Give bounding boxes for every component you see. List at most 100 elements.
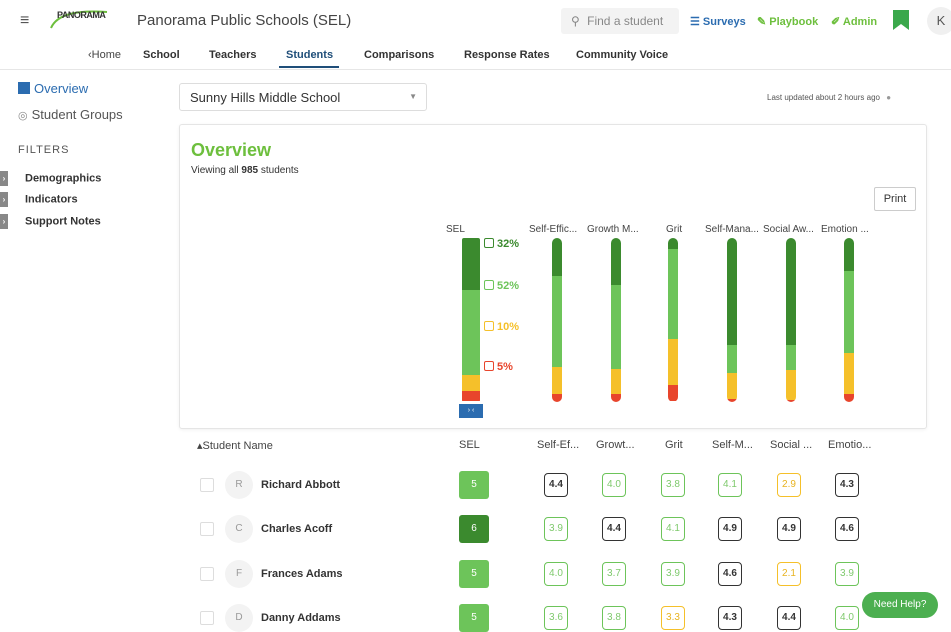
distribution-segment xyxy=(786,400,796,402)
distribution-bar[interactable] xyxy=(462,238,480,402)
distribution-bar[interactable] xyxy=(668,238,678,402)
table-header[interactable]: Grit xyxy=(665,439,683,451)
row-checkbox[interactable] xyxy=(200,478,214,492)
score-chip[interactable]: 4.1 xyxy=(661,517,685,541)
student-name-link[interactable]: Richard Abbott xyxy=(261,479,340,491)
distribution-bar[interactable] xyxy=(552,238,562,402)
filter-support-notes[interactable]: › Support Notes xyxy=(0,214,101,229)
score-chip[interactable]: 4.3 xyxy=(835,473,859,497)
sel-score-chip[interactable]: 5 xyxy=(459,604,489,632)
row-checkbox[interactable] xyxy=(200,611,214,625)
checkbox-icon[interactable] xyxy=(484,321,494,331)
distribution-segment xyxy=(786,238,796,345)
score-chip[interactable]: 4.1 xyxy=(718,473,742,497)
table-header[interactable]: ▴Student Name xyxy=(197,439,273,452)
row-checkbox[interactable] xyxy=(200,522,214,536)
distribution-bar[interactable] xyxy=(844,238,854,402)
distribution-segment xyxy=(552,276,562,367)
table-header[interactable]: Self-Ef... xyxy=(537,439,579,451)
bookmark-icon[interactable] xyxy=(893,10,909,30)
student-name-link[interactable]: Frances Adams xyxy=(261,568,343,580)
score-chip[interactable]: 3.8 xyxy=(602,606,626,630)
sel-score-chip[interactable]: 5 xyxy=(459,471,489,499)
table-header[interactable]: Emotio... xyxy=(828,439,871,451)
score-chip[interactable]: 4.6 xyxy=(835,517,859,541)
checkbox-icon[interactable] xyxy=(484,280,494,290)
sidebar-item-student-groups[interactable]: ◎ Student Groups xyxy=(18,107,123,122)
score-chip[interactable]: 3.9 xyxy=(544,517,568,541)
student-search-input[interactable]: ⚲ Find a student xyxy=(561,8,679,34)
sel-score-chip[interactable]: 5 xyxy=(459,560,489,588)
score-chip[interactable]: 3.9 xyxy=(661,562,685,586)
score-chip[interactable]: 4.6 xyxy=(718,562,742,586)
distribution-bar[interactable] xyxy=(611,238,621,402)
distribution-column-label: Growth M... xyxy=(587,224,639,235)
tab-comparisons[interactable]: Comparisons xyxy=(364,49,434,61)
score-chip[interactable]: 3.3 xyxy=(661,606,685,630)
table-header[interactable]: SEL xyxy=(459,439,480,451)
sidebar-item-overview[interactable]: Overview xyxy=(18,81,88,96)
distribution-segment xyxy=(668,249,678,339)
row-checkbox[interactable] xyxy=(200,567,214,581)
tab-students[interactable]: Students xyxy=(286,49,333,61)
sel-percentage-label[interactable]: 52% xyxy=(484,280,519,292)
home-link[interactable]: ‹Home xyxy=(88,49,121,61)
table-header[interactable]: Self-M... xyxy=(712,439,753,451)
playbook-label: Playbook xyxy=(769,16,819,28)
panorama-logo[interactable]: PANORAMA xyxy=(47,8,109,32)
score-chip[interactable]: 2.1 xyxy=(777,562,801,586)
sel-percentage-label[interactable]: 10% xyxy=(484,321,519,333)
student-avatar: F xyxy=(225,560,253,588)
table-header[interactable]: Social ... xyxy=(770,439,812,451)
filter-label: Indicators xyxy=(25,193,78,206)
distribution-segment xyxy=(786,345,796,370)
score-chip[interactable]: 4.4 xyxy=(602,517,626,541)
sel-percentage-label[interactable]: 32% xyxy=(484,238,519,250)
student-avatar: R xyxy=(225,471,253,499)
playbook-link[interactable]: ✎ Playbook xyxy=(757,15,818,28)
score-chip[interactable]: 2.9 xyxy=(777,473,801,497)
checkbox-icon[interactable] xyxy=(484,361,494,371)
menu-icon[interactable]: ≡ xyxy=(20,12,29,30)
distribution-segment xyxy=(611,238,621,285)
score-chip[interactable]: 3.8 xyxy=(661,473,685,497)
tab-teachers[interactable]: Teachers xyxy=(209,49,257,61)
distribution-segment xyxy=(844,271,854,353)
tab-response-rates[interactable]: Response Rates xyxy=(464,49,550,61)
checkbox-icon[interactable] xyxy=(484,238,494,248)
score-chip[interactable]: 4.9 xyxy=(777,517,801,541)
filter-demographics[interactable]: › Demographics xyxy=(0,171,101,186)
school-select[interactable]: Sunny Hills Middle School ▼ xyxy=(179,83,427,111)
tab-school[interactable]: School xyxy=(143,49,180,61)
distribution-column-label: Grit xyxy=(666,224,683,235)
score-chip[interactable]: 4.9 xyxy=(718,517,742,541)
user-avatar[interactable]: K xyxy=(927,7,951,35)
score-chip[interactable]: 3.6 xyxy=(544,606,568,630)
info-icon[interactable]: ● xyxy=(886,93,891,102)
score-chip[interactable]: 4.0 xyxy=(602,473,626,497)
score-chip[interactable]: 4.0 xyxy=(544,562,568,586)
table-header[interactable]: Growt... xyxy=(596,439,635,451)
score-chip[interactable]: 4.4 xyxy=(544,473,568,497)
admin-link[interactable]: ✐ Admin xyxy=(831,15,877,28)
score-chip[interactable]: 4.3 xyxy=(718,606,742,630)
chevron-right-icon: › xyxy=(0,192,8,207)
score-chip[interactable]: 4.0 xyxy=(835,606,859,630)
sel-percentage-label[interactable]: 5% xyxy=(484,361,513,373)
search-icon: ⚲ xyxy=(571,14,580,28)
score-chip[interactable]: 3.7 xyxy=(602,562,626,586)
print-button[interactable]: Print xyxy=(874,187,916,211)
surveys-link[interactable]: ☰ Surveys xyxy=(690,15,746,28)
student-name-link[interactable]: Danny Addams xyxy=(261,612,341,624)
score-chip[interactable]: 3.9 xyxy=(835,562,859,586)
score-chip[interactable]: 4.4 xyxy=(777,606,801,630)
expand-collapse-button[interactable]: › ‹ xyxy=(459,404,483,418)
filter-indicators[interactable]: › Indicators xyxy=(0,192,78,207)
need-help-button[interactable]: Need Help? xyxy=(862,592,938,618)
distribution-bar[interactable] xyxy=(727,238,737,402)
active-tab-indicator xyxy=(279,66,339,68)
distribution-bar[interactable] xyxy=(786,238,796,402)
tab-community-voice[interactable]: Community Voice xyxy=(576,49,668,61)
student-name-link[interactable]: Charles Acoff xyxy=(261,523,332,535)
sel-score-chip[interactable]: 6 xyxy=(459,515,489,543)
